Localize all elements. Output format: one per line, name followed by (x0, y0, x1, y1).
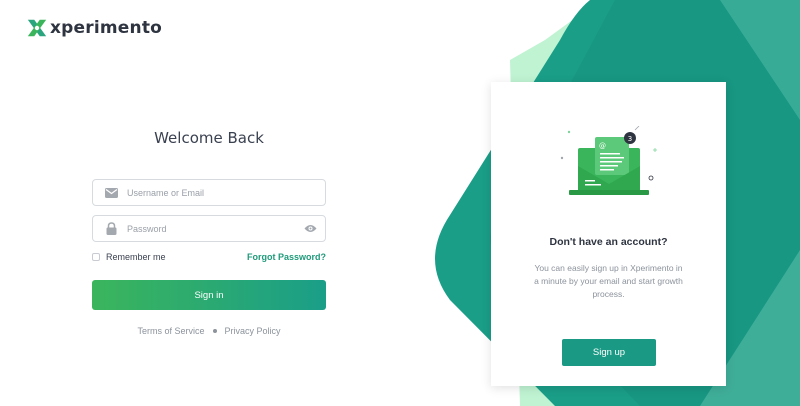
notification-badge: 3 (628, 135, 632, 143)
sign-up-button[interactable]: Sign up (562, 339, 656, 366)
password-input[interactable] (127, 216, 303, 241)
svg-text:@: @ (599, 142, 606, 150)
password-field[interactable] (92, 215, 326, 242)
separator-dot (212, 329, 217, 333)
brand-logo[interactable]: xperimento (26, 17, 162, 39)
eye-icon[interactable] (303, 222, 317, 236)
signup-card-text: You can easily sign up in Xperimento in … (534, 263, 683, 299)
laptop-email-illustration: @ 3 (560, 126, 657, 195)
username-input[interactable] (127, 180, 325, 205)
page-title: Welcome Back (154, 129, 264, 147)
forgot-password-link[interactable]: Forgot Password? (247, 252, 326, 262)
privacy-policy-link[interactable]: Privacy Policy (225, 326, 281, 336)
terms-of-service-link[interactable]: Terms of Service (137, 326, 204, 336)
remember-checkbox[interactable] (92, 253, 100, 261)
lock-icon (104, 222, 118, 236)
signup-card: @ 3 Don't have an account? You can easil… (491, 82, 726, 386)
legal-links: Terms of Service Privacy Policy (92, 326, 326, 336)
remember-me[interactable]: Remember me (92, 252, 166, 262)
x-logo-icon (27, 19, 47, 37)
brand-name: xperimento (50, 18, 163, 38)
signup-card-title: Don't have an account? (549, 236, 668, 248)
sign-in-button[interactable]: Sign in (92, 280, 326, 310)
username-field[interactable] (92, 179, 326, 206)
remember-label: Remember me (106, 252, 166, 262)
envelope-icon (104, 186, 118, 200)
